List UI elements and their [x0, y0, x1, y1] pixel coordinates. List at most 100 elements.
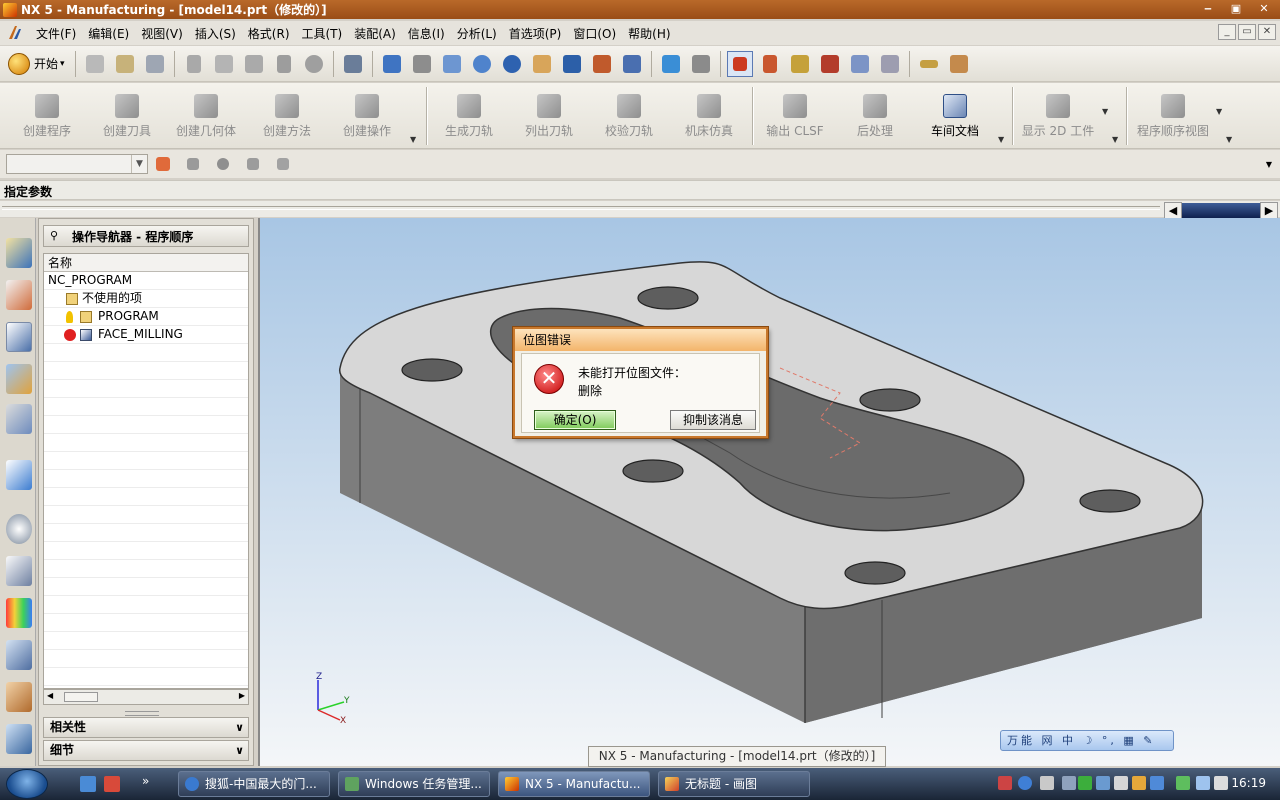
selection-icon[interactable]	[340, 51, 366, 77]
doc-close-button[interactable]: ✕	[1258, 24, 1276, 40]
filter-icon[interactable]	[210, 151, 236, 177]
windows-start-button[interactable]	[6, 769, 48, 799]
display-tray-icon[interactable]	[1096, 776, 1110, 790]
layer-icon[interactable]	[589, 51, 615, 77]
snap-point-icon[interactable]	[150, 151, 176, 177]
operation-navigator-icon[interactable]	[6, 322, 32, 352]
roles-icon[interactable]	[6, 682, 32, 712]
history-icon[interactable]	[6, 514, 32, 544]
system-scenes-icon[interactable]	[6, 724, 32, 754]
menu-help[interactable]: 帮助(H)	[622, 25, 676, 42]
verify-toolpath-button[interactable]: 校验刀轨	[596, 83, 662, 149]
web-browser-icon[interactable]	[6, 460, 32, 490]
monitor-tray-icon[interactable]	[1150, 776, 1164, 790]
process-studio-icon[interactable]	[6, 640, 32, 670]
menu-view[interactable]: 视图(V)	[135, 25, 189, 42]
measure-distance-icon[interactable]	[916, 51, 942, 77]
tree-row-unused-items[interactable]: 不使用的项	[44, 290, 248, 308]
dependencies-panel-header[interactable]: 相关性 ∨	[43, 717, 249, 738]
fit-view-icon[interactable]	[379, 51, 405, 77]
taskbar-item-browser[interactable]: 搜狐-中国最大的门...	[178, 771, 330, 797]
shaded-view-icon[interactable]	[559, 51, 585, 77]
menu-tools[interactable]: 工具(T)	[296, 25, 349, 42]
display-2d-workpiece-button[interactable]: 显示 2D 工件	[1016, 83, 1100, 149]
hide-icon[interactable]	[688, 51, 714, 77]
suppress-message-button[interactable]: 抑制该消息	[670, 410, 756, 430]
tool-path-icon[interactable]	[240, 151, 266, 177]
open-file-icon[interactable]	[112, 51, 138, 77]
type-filter-dropdown[interactable]: ▼	[6, 154, 148, 174]
chevron-left-icon[interactable]: ◀	[47, 691, 53, 700]
measure-angle-icon[interactable]	[946, 51, 972, 77]
menu-information[interactable]: 信息(I)	[402, 25, 451, 42]
show-desktop-icon[interactable]	[80, 776, 96, 792]
create-method-button[interactable]: 创建方法	[254, 83, 320, 149]
create-tool-button[interactable]: 创建刀具	[94, 83, 160, 149]
menu-edit[interactable]: 编辑(E)	[82, 25, 135, 42]
part-model[interactable]	[260, 218, 1280, 766]
generate-toolpath-button[interactable]: 生成刀轨	[436, 83, 502, 149]
quick-launch-icon[interactable]	[104, 776, 120, 792]
new-file-icon[interactable]	[82, 51, 108, 77]
pan-icon[interactable]	[529, 51, 555, 77]
chevron-right-icon[interactable]: ▶	[239, 691, 245, 700]
safely-remove-tray-icon[interactable]	[1114, 776, 1128, 790]
chevron-down-icon[interactable]: ▼	[1216, 107, 1222, 144]
security-tray-icon[interactable]	[1132, 776, 1146, 790]
scrollbar-thumb[interactable]	[64, 692, 98, 702]
menu-analysis[interactable]: 分析(L)	[451, 25, 503, 42]
create-program-button[interactable]: 创建程序	[14, 83, 80, 149]
zoom-icon[interactable]	[439, 51, 465, 77]
ok-button[interactable]: 确定(O)	[534, 410, 616, 430]
machine-simulation-button[interactable]: 机床仿真	[676, 83, 742, 149]
render-style-icon[interactable]	[658, 51, 684, 77]
taskbar-clock[interactable]: 16:19	[1231, 776, 1266, 790]
tree-row-nc-program[interactable]: NC_PROGRAM	[44, 272, 248, 290]
create-operation-button[interactable]: 创建操作	[334, 83, 400, 149]
machine-tool-navigator-icon[interactable]	[6, 364, 32, 394]
paste-icon[interactable]	[241, 51, 267, 77]
battery-tray-icon[interactable]	[1078, 776, 1092, 790]
csys-icon[interactable]	[877, 51, 903, 77]
assembly-navigator-icon[interactable]	[6, 238, 32, 268]
volume-icon[interactable]	[1214, 776, 1228, 790]
tree-row-program[interactable]: PROGRAM	[44, 308, 248, 326]
postprocess-button[interactable]: 后处理	[842, 83, 908, 149]
taskbar-item-paint[interactable]: 无标题 - 画图	[658, 771, 810, 797]
menu-format[interactable]: 格式(R)	[242, 25, 296, 42]
chevron-down-icon[interactable]: ▼	[1226, 135, 1232, 144]
delete-icon[interactable]	[271, 51, 297, 77]
menu-assembly[interactable]: 装配(A)	[348, 25, 402, 42]
menu-window[interactable]: 窗口(O)	[567, 25, 622, 42]
zoom-window-icon[interactable]	[409, 51, 435, 77]
doc-minimize-button[interactable]: _	[1218, 24, 1236, 40]
plane-icon[interactable]	[847, 51, 873, 77]
save-icon[interactable]	[142, 51, 168, 77]
chevron-down-icon[interactable]: ▼	[1266, 160, 1272, 169]
undo-icon[interactable]	[301, 51, 327, 77]
list-toolpath-button[interactable]: 列出刀轨	[516, 83, 582, 149]
chevron-down-icon[interactable]: ▼	[998, 135, 1004, 144]
menu-preferences[interactable]: 首选项(P)	[503, 25, 568, 42]
column-header-name[interactable]: 名称	[44, 254, 248, 272]
snap-icon[interactable]	[787, 51, 813, 77]
maximize-button[interactable]: ▣	[1224, 1, 1248, 17]
network-tray-icon[interactable]	[1040, 776, 1054, 790]
rotate-icon[interactable]	[499, 51, 525, 77]
tree-row-face-milling[interactable]: FACE_MILLING	[44, 326, 248, 344]
palette-icon[interactable]	[6, 598, 32, 628]
doc-restore-button[interactable]: ▭	[1238, 24, 1256, 40]
tree-horizontal-scrollbar[interactable]: ◀ ▶	[43, 689, 249, 705]
create-geometry-button[interactable]: 创建几何体	[172, 83, 240, 149]
graphics-viewport[interactable]: Z Y X	[258, 218, 1280, 766]
chevron-down-icon[interactable]: ▼	[1112, 135, 1118, 144]
taskbar-item-nx[interactable]: NX 5 - Manufactu...	[498, 771, 650, 797]
quick-launch-overflow[interactable]: »	[142, 774, 149, 788]
taskbar-item-task-manager[interactable]: Windows 任务管理...	[338, 771, 490, 797]
close-button[interactable]: ✕	[1252, 1, 1276, 17]
menu-insert[interactable]: 插入(S)	[189, 25, 242, 42]
chevron-down-icon[interactable]: ▼	[410, 135, 416, 144]
ime-toolbar[interactable]: 万能 网 中 ☽ °, ▦ ✎	[1000, 730, 1174, 751]
pin-icon[interactable]: ⚲	[50, 229, 64, 243]
power-tray-icon[interactable]	[1176, 776, 1190, 790]
